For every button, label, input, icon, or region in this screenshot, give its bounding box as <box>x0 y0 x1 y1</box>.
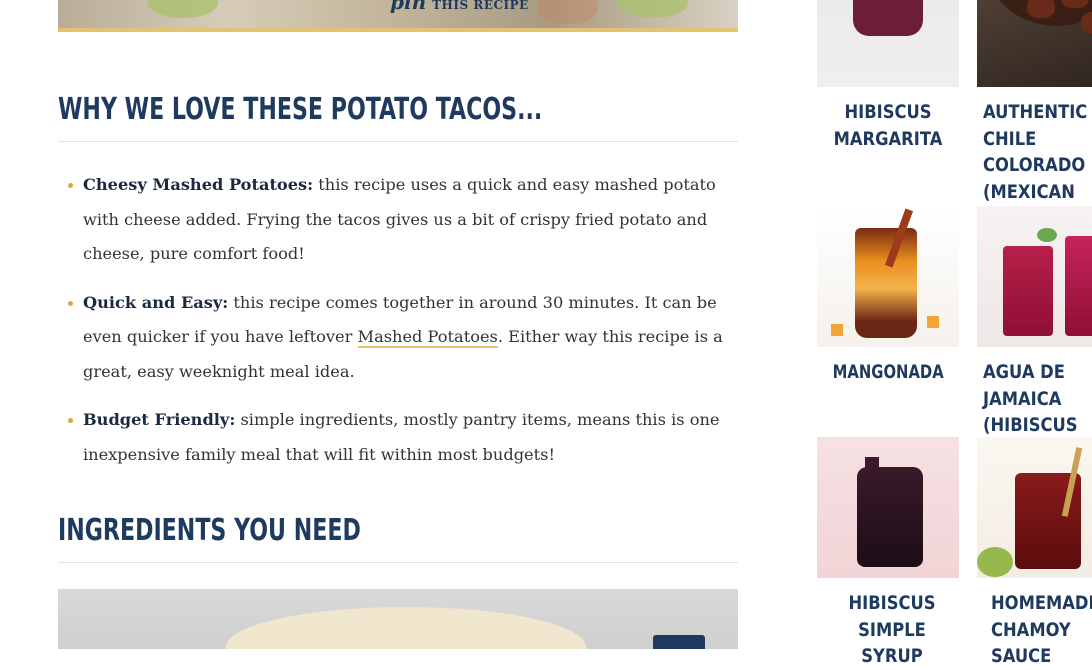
lime-slice-image <box>977 547 1013 577</box>
recipe-thumbnail[interactable] <box>977 0 1092 87</box>
bullet-dot <box>68 418 73 423</box>
image-badge <box>653 635 705 649</box>
related-recipe-card[interactable]: AGUA DE JAMAICA (HIBISCUS TEA) <box>977 206 1092 465</box>
bullet-heading: Budget Friendly: <box>83 410 236 429</box>
recipe-thumbnail[interactable] <box>817 437 959 578</box>
bullet-dot <box>68 300 73 306</box>
lime-slice-image <box>618 0 688 18</box>
drink-glass-image <box>853 0 923 36</box>
mangonada-cup-image <box>855 228 917 338</box>
section-title-why: WHY WE LOVE THESE POTATO TACOS... <box>58 92 543 127</box>
section-divider <box>58 562 738 563</box>
list-item: Quick and Easy: this recipe comes togeth… <box>58 286 738 390</box>
stew-meat-image <box>1081 12 1092 34</box>
benefits-list: Cheesy Mashed Potatoes: this recipe uses… <box>58 168 738 486</box>
recipe-card-title[interactable]: HIBISCUS SIMPLE SYRUP <box>817 590 959 670</box>
drink-glass-image <box>1065 236 1092 336</box>
section-divider <box>58 141 738 142</box>
related-recipes-sidebar: HIBISCUS MARGARITA AUTHENTIC CHILE COLOR… <box>817 0 1092 667</box>
related-recipe-card[interactable]: AUTHENTIC CHILE COLORADO (MEXICAN STEW) <box>977 0 1092 232</box>
list-item: Cheesy Mashed Potatoes: this recipe uses… <box>58 168 738 272</box>
bullet-heading: Quick and Easy: <box>83 292 229 312</box>
related-recipe-card[interactable]: HOMEMADE CHAMOY SAUCE <box>977 437 1092 670</box>
recipe-thumbnail[interactable] <box>977 206 1092 347</box>
mango-cube-image <box>831 324 843 336</box>
drink-glass-image <box>1003 246 1053 336</box>
bullet-dot <box>68 183 73 188</box>
recipe-hero-image: pin THIS RECIPE <box>58 0 738 32</box>
pin-recipe-button[interactable]: pin THIS RECIPE <box>390 0 529 12</box>
related-recipe-card[interactable]: MANGONADA <box>817 206 959 386</box>
pin-recipe-label: THIS RECIPE <box>432 0 529 12</box>
mango-cube-image <box>927 316 939 328</box>
ingredients-image <box>58 589 738 649</box>
related-recipe-card[interactable]: HIBISCUS SIMPLE SYRUP <box>817 437 959 670</box>
recipe-card-title[interactable]: HIBISCUS MARGARITA <box>817 99 959 152</box>
recipe-card-title[interactable]: HOMEMADE CHAMOY SAUCE <box>977 590 1092 670</box>
list-item: Budget Friendly: simple ingredients, mos… <box>58 403 738 472</box>
bullet-heading: Cheesy Mashed Potatoes: <box>83 175 314 194</box>
recipe-thumbnail[interactable] <box>817 0 959 87</box>
mashed-potatoes-link[interactable]: Mashed Potatoes <box>357 327 498 348</box>
lime-slice-image <box>148 0 218 18</box>
pinterest-icon: pin <box>390 0 427 14</box>
recipe-thumbnail[interactable] <box>977 437 1092 578</box>
garnish-image <box>538 0 598 24</box>
syrup-jar-image <box>857 467 923 567</box>
stew-meat-image <box>1027 0 1055 18</box>
section-title-ingredients: INGREDIENTS YOU NEED <box>58 513 361 548</box>
recipe-card-title[interactable]: MANGONADA <box>817 359 959 386</box>
related-recipe-card[interactable]: HIBISCUS MARGARITA <box>817 0 959 152</box>
recipe-thumbnail[interactable] <box>817 206 959 347</box>
mint-leaf-image <box>1037 228 1057 242</box>
